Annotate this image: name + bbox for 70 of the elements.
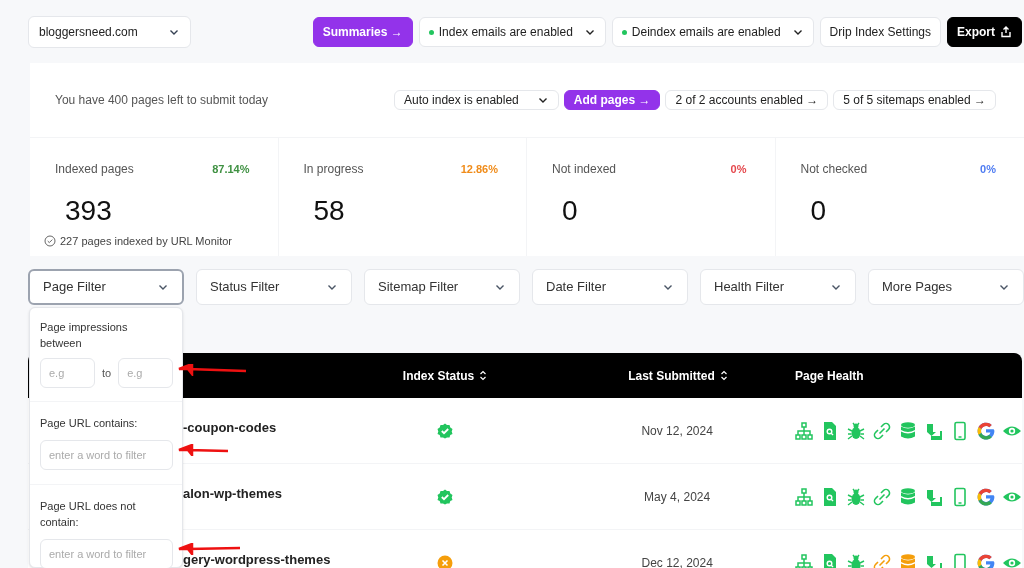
field-label: Page URL does not contain: (40, 499, 137, 530)
column-header: Page Health (795, 367, 864, 385)
stat-value: 58 (313, 197, 346, 225)
google-g-icon[interactable] (976, 552, 996, 568)
stat-percent: 12.86% (460, 161, 498, 177)
sitemap-icon[interactable] (794, 486, 814, 507)
filter-dropdown[interactable]: Health Filter (700, 269, 856, 305)
stat-value: 393 (65, 197, 113, 225)
input-field[interactable]: e.g (40, 358, 95, 388)
action-button[interactable]: Drip Index Settings (819, 17, 941, 47)
page-url: gery-wordpress-themes (183, 552, 331, 567)
column-header[interactable]: Index Status (402, 366, 475, 385)
stat-label: Not checked (800, 161, 868, 178)
site-select[interactable]: bloggersneed.com (28, 16, 191, 48)
action-button[interactable]: 5 of 5 sitemaps enabled → (833, 90, 996, 110)
check-circle-icon (44, 235, 56, 248)
quota-text: You have 400 pages left to submit today (55, 92, 269, 109)
database-icon[interactable] (898, 486, 918, 507)
stat-note: 227 pages indexed by URL Monitor (60, 234, 233, 249)
sort-icon[interactable] (719, 370, 728, 381)
filter-dropdown[interactable]: Sitemap Filter (364, 269, 520, 305)
action-button[interactable]: Auto index is enabled (394, 90, 559, 110)
bug-icon[interactable] (846, 420, 866, 441)
stat-value: 0 (810, 197, 828, 225)
sitemap-icon[interactable] (794, 420, 814, 441)
annotation-arrow (178, 444, 230, 456)
action-button[interactable]: Add pages → (563, 90, 661, 110)
action-button[interactable]: 2 of 2 accounts enabled → (665, 90, 829, 110)
sitemap-icon[interactable] (794, 552, 814, 568)
bug-icon[interactable] (846, 552, 866, 568)
date-text: Nov 12, 2024 (641, 422, 713, 440)
google-g-icon[interactable] (976, 486, 996, 507)
stat-label: Not indexed (552, 161, 617, 178)
date-text: May 4, 2024 (644, 488, 711, 506)
annotation-arrow (178, 364, 248, 376)
separator-text: to (102, 365, 112, 381)
field-label: Page impressions between (40, 320, 129, 351)
link-icon[interactable] (872, 552, 892, 568)
page-url: -coupon-codes (183, 420, 277, 435)
google-g-icon[interactable] (976, 420, 996, 441)
stat-percent: 0% (730, 161, 747, 177)
stat-label: Indexed pages (55, 161, 134, 178)
link-icon[interactable] (872, 486, 892, 507)
database-icon[interactable] (898, 552, 918, 568)
filter-dropdown[interactable]: Status Filter (196, 269, 352, 305)
stat-label: In progress (303, 161, 364, 178)
action-button[interactable]: Index emails are enabled (418, 17, 606, 47)
site-select-value: bloggersneed.com (39, 24, 138, 41)
database-icon[interactable] (898, 420, 918, 441)
action-button[interactable]: Summaries → (312, 17, 413, 47)
field-label: Page URL contains: (40, 416, 139, 431)
input-field[interactable]: enter a word to filter (40, 539, 173, 568)
stat-percent: 87.14% (212, 161, 250, 177)
filter-dropdown[interactable]: Date Filter (532, 269, 688, 305)
date-text: Dec 12, 2024 (641, 554, 713, 568)
action-button[interactable]: Export (947, 17, 1022, 47)
stat-value: 0 (562, 197, 579, 225)
filter-dropdown[interactable]: Page Filter (28, 269, 184, 305)
filter-dropdown[interactable]: More Pages (868, 269, 1024, 305)
action-button[interactable]: Deindex emails are enabled (611, 17, 814, 47)
sort-icon[interactable] (479, 370, 488, 381)
annotation-arrow (178, 543, 242, 555)
export-icon (1000, 26, 1012, 38)
column-header[interactable]: Last Submitted (628, 366, 715, 385)
link-icon[interactable] (872, 420, 892, 441)
input-field[interactable]: enter a word to filter (40, 440, 173, 470)
page-url: alon-wp-themes (183, 486, 282, 501)
input-field[interactable]: e.g (118, 358, 174, 388)
stat-percent: 0% (980, 161, 996, 177)
bug-icon[interactable] (846, 486, 866, 507)
